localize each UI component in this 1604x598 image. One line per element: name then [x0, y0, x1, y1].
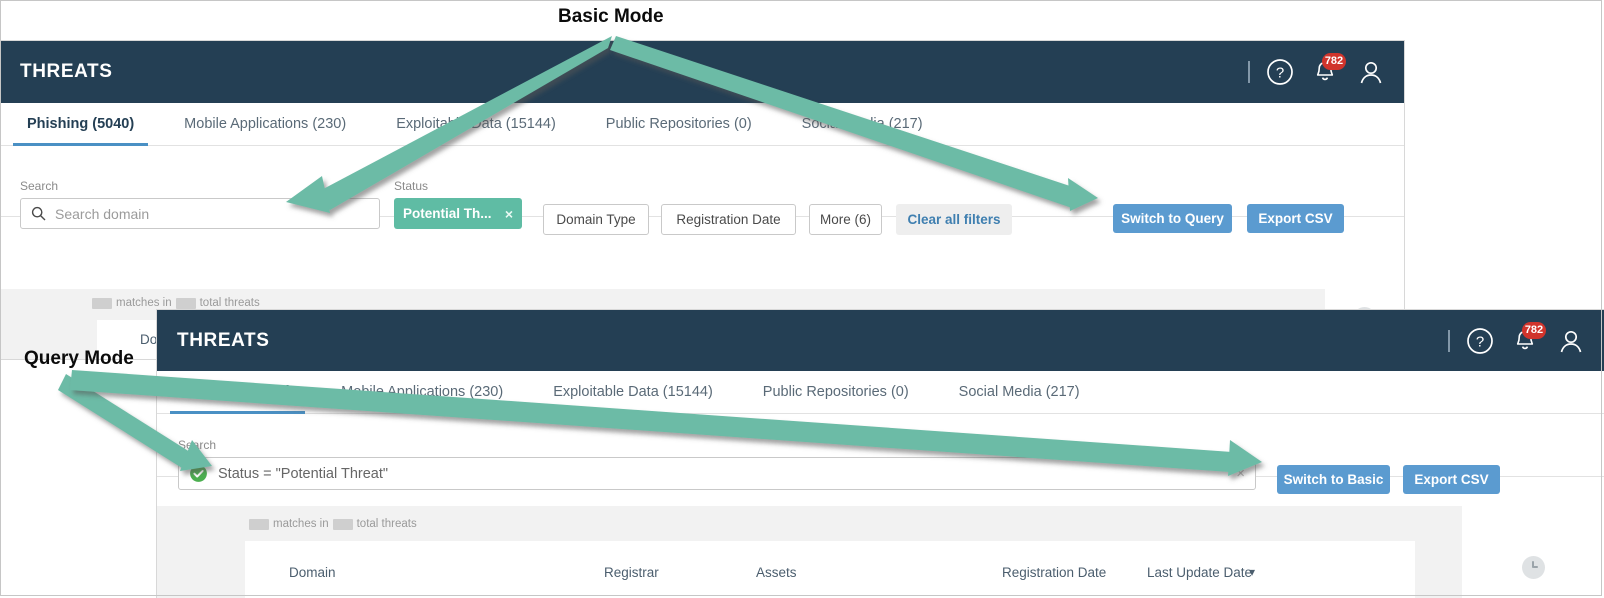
svg-text:?: ? [1476, 333, 1484, 350]
tab-label: Phishing (5040) [27, 116, 134, 132]
search-field-group: Search Search domain [20, 179, 380, 229]
tab-label: Phishing (5040) [184, 384, 291, 400]
notification-count-badge: 782 [1322, 53, 1346, 70]
basic-filter-bar: Search Search domain Status Potential Th… [0, 146, 1404, 217]
user-avatar-icon[interactable] [1356, 57, 1386, 87]
registration-date-filter-button[interactable]: Registration Date [661, 204, 796, 235]
query-search-label: Search [178, 438, 1256, 452]
domain-type-label: Domain Type [556, 212, 635, 227]
tab-label: Social Media (217) [959, 384, 1080, 400]
switch-to-query-button[interactable]: Switch to Query [1113, 204, 1232, 233]
match-count-placeholder [92, 298, 112, 309]
query-filter-bar: Search Status = "Potential Threat" × Swi… [157, 414, 1604, 477]
tab-social-media[interactable]: Social Media (217) [945, 371, 1094, 413]
query-results-table: Domain Registrar Assets Registration Dat… [245, 541, 1415, 598]
tab-label: Exploitable Data (15144) [553, 384, 713, 400]
tab-social-media[interactable]: Social Media (217) [788, 103, 937, 145]
header-divider [1248, 61, 1250, 83]
tab-mobile-applications[interactable]: Mobile Applications (230) [170, 103, 360, 145]
more-filters-label: More (6) [820, 212, 871, 227]
search-placeholder: Search domain [55, 206, 149, 222]
page-title: THREATS [177, 330, 270, 352]
total-count-placeholder [333, 519, 353, 530]
tab-mobile-applications[interactable]: Mobile Applications (230) [327, 371, 517, 413]
basic-tabbar: Phishing (5040) Mobile Applications (230… [0, 103, 1404, 146]
total-count-placeholder [176, 298, 196, 309]
search-input[interactable]: Search domain [20, 198, 380, 229]
basic-match-count-line: matches in total threats [92, 297, 260, 309]
tab-public-repositories[interactable]: Public Repositories (0) [749, 371, 923, 413]
query-history-cell [1462, 506, 1604, 598]
matches-in-text: matches in [116, 297, 172, 309]
domain-type-filter-button[interactable]: Domain Type [543, 204, 649, 235]
tab-exploitable-data[interactable]: Exploitable Data (15144) [539, 371, 727, 413]
total-threats-text: total threats [200, 297, 260, 309]
page-title: THREATS [20, 61, 113, 83]
tab-label: Exploitable Data (15144) [396, 116, 556, 132]
screenshot-stage: THREATS ? 782 [0, 0, 1604, 598]
help-icon[interactable]: ? [1466, 327, 1494, 355]
clock-icon[interactable] [1522, 556, 1545, 579]
total-threats-text: total threats [357, 518, 417, 530]
match-count-placeholder [249, 519, 269, 530]
query-tabbar: Phishing (5040) Mobile Applications (230… [157, 371, 1604, 414]
basic-mode-annotation-label: Basic Mode [558, 6, 664, 28]
tab-label: Social Media (217) [802, 116, 923, 132]
status-chip-remove-icon[interactable]: × [505, 206, 513, 222]
status-chip-label: Potential Th... [403, 206, 492, 221]
export-csv-button[interactable]: Export CSV [1247, 204, 1344, 233]
check-circle-icon [189, 464, 208, 483]
export-csv-button[interactable]: Export CSV [1403, 465, 1500, 494]
query-table-header-row: Domain Registrar Assets Registration Dat… [245, 541, 1415, 598]
clear-all-filters-label: Clear all filters [907, 212, 1000, 227]
query-value: Status = "Potential Threat" [218, 466, 388, 482]
basic-header-actions: ? 782 [1248, 57, 1386, 87]
switch-to-basic-button[interactable]: Switch to Basic [1277, 465, 1390, 494]
status-chip-potential-threat[interactable]: Potential Th... × [394, 198, 522, 229]
basic-app-header: THREATS ? 782 [0, 41, 1404, 103]
tab-public-repositories[interactable]: Public Repositories (0) [592, 103, 766, 145]
header-divider [1448, 330, 1450, 352]
query-mode-annotation-label: Query Mode [24, 348, 134, 370]
search-label: Search [20, 179, 380, 193]
query-header-actions: ? 782 [1448, 326, 1586, 356]
column-header-last-update-date[interactable]: Last Update Date [1147, 565, 1252, 580]
notifications-bell-icon[interactable]: 782 [1510, 326, 1540, 356]
tab-phishing[interactable]: Phishing (5040) [13, 103, 148, 145]
column-header-registration-date[interactable]: Registration Date [1002, 565, 1106, 580]
notifications-bell-icon[interactable]: 782 [1310, 57, 1340, 87]
tab-label: Public Repositories (0) [763, 384, 909, 400]
column-header-domain[interactable]: Domain [289, 565, 336, 580]
svg-text:?: ? [1276, 65, 1284, 82]
query-clear-icon[interactable]: × [1236, 465, 1245, 482]
query-field-group: Search Status = "Potential Threat" × [178, 438, 1256, 490]
notification-count-badge: 782 [1522, 322, 1546, 339]
matches-in-text: matches in [273, 518, 329, 530]
query-results-area: matches in total threats Domain Registra… [157, 506, 1604, 598]
query-app-header: THREATS ? 782 [157, 310, 1604, 371]
column-header-registrar[interactable]: Registrar [604, 565, 659, 580]
tab-phishing[interactable]: Phishing (5040) [170, 371, 305, 413]
status-label: Status [394, 179, 522, 193]
help-icon[interactable]: ? [1266, 58, 1294, 86]
switch-to-basic-label: Switch to Basic [1284, 472, 1384, 487]
user-avatar-icon[interactable] [1556, 326, 1586, 356]
column-header-assets[interactable]: Assets [756, 565, 797, 580]
tab-label: Mobile Applications (230) [341, 384, 503, 400]
query-match-count-line: matches in total threats [249, 518, 417, 530]
sort-descending-icon[interactable]: ▾ [1249, 565, 1255, 579]
query-input[interactable]: Status = "Potential Threat" × [178, 457, 1256, 490]
more-filters-button[interactable]: More (6) [809, 204, 882, 235]
query-mode-window: THREATS ? 782 [157, 310, 1604, 598]
export-csv-label: Export CSV [1414, 472, 1488, 487]
registration-date-label: Registration Date [676, 212, 780, 227]
tab-label: Mobile Applications (230) [184, 116, 346, 132]
clear-all-filters-button[interactable]: Clear all filters [896, 204, 1012, 235]
tab-label: Public Repositories (0) [606, 116, 752, 132]
switch-to-query-label: Switch to Query [1121, 211, 1224, 226]
search-icon [31, 206, 46, 221]
tab-exploitable-data[interactable]: Exploitable Data (15144) [382, 103, 570, 145]
status-filter-group: Status Potential Th... × [394, 179, 522, 229]
export-csv-label: Export CSV [1258, 211, 1332, 226]
